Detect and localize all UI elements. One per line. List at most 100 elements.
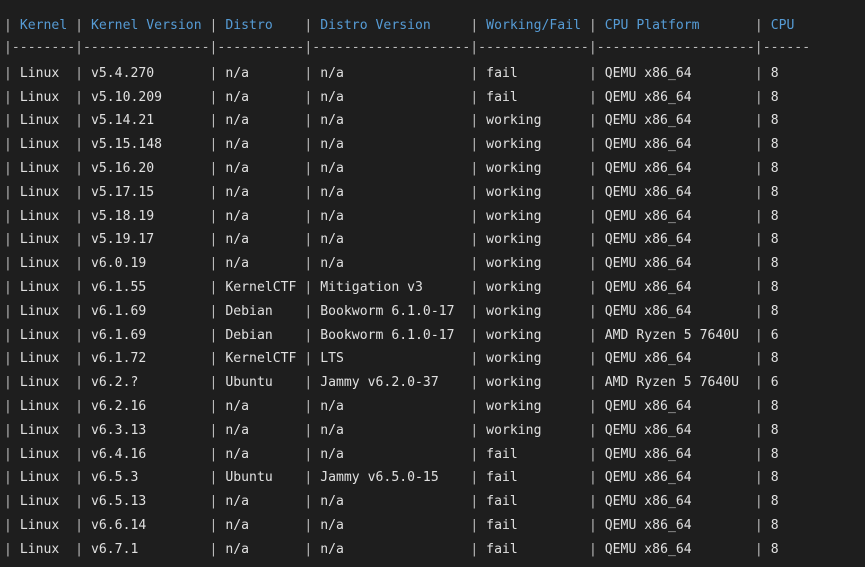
column-header: Working/Fail bbox=[486, 18, 582, 33]
table-cell: v6.5.3 bbox=[90, 470, 139, 486]
table-row: | Linux | v6.1.69 | Debian | Bookworm 6.… bbox=[4, 300, 810, 324]
cell-divider: | bbox=[209, 160, 226, 176]
cell-divider: | bbox=[304, 494, 321, 510]
table-cell: QEMU x86_64 bbox=[604, 184, 692, 200]
table-cell: n/a bbox=[320, 208, 344, 224]
cell-divider: | bbox=[4, 232, 20, 248]
cell-divider: | bbox=[588, 303, 605, 319]
table-cell: n/a bbox=[225, 446, 250, 462]
cell-divider: | bbox=[588, 494, 605, 510]
cell-divider: | bbox=[75, 184, 91, 200]
cell-divider: | bbox=[209, 422, 226, 438]
cell-divider: | bbox=[470, 375, 487, 391]
table-cell: Linux bbox=[19, 256, 60, 272]
table-cell: working bbox=[486, 422, 542, 438]
cell-divider: | bbox=[470, 89, 487, 105]
cell-divider: | bbox=[304, 375, 321, 391]
table-cell: 8 bbox=[770, 541, 779, 557]
cell-divider: | bbox=[209, 327, 226, 343]
table-cell: n/a bbox=[320, 517, 344, 533]
cell-divider: | bbox=[588, 256, 605, 272]
cell-divider: | bbox=[4, 470, 20, 486]
cell-divider: | bbox=[588, 541, 605, 557]
cell-divider: | bbox=[588, 351, 605, 367]
cell-divider: | bbox=[588, 232, 605, 248]
table-cell: AMD Ryzen 5 7640U bbox=[604, 327, 740, 343]
table-cell: working bbox=[486, 327, 542, 343]
table-row: | Linux | v5.16.20 | n/a | n/a | working… bbox=[4, 157, 810, 181]
cell-divider: | bbox=[304, 256, 321, 272]
cell-divider: | bbox=[75, 351, 91, 367]
table-cell: 8 bbox=[770, 422, 779, 438]
table-cell: n/a bbox=[320, 113, 344, 129]
table-cell: 8 bbox=[770, 65, 779, 81]
table-cell: 6 bbox=[770, 375, 779, 391]
table-row: | Linux | v5.18.19 | n/a | n/a | working… bbox=[4, 205, 810, 229]
table-row: | Linux | v6.5.3 | Ubuntu | Jammy v6.5.0… bbox=[4, 466, 810, 490]
table-cell: Jammy v6.5.0-15 bbox=[320, 470, 439, 486]
table-cell: Linux bbox=[19, 137, 60, 153]
table-cell: working bbox=[486, 256, 542, 272]
cell-divider: | bbox=[754, 446, 771, 462]
table-row: | Linux | v6.6.14 | n/a | n/a | fail | Q… bbox=[4, 514, 810, 538]
cell-divider: | bbox=[304, 541, 321, 557]
table-cell: 8 bbox=[770, 279, 779, 295]
cell-divider: | bbox=[754, 18, 771, 33]
table-cell: 8 bbox=[770, 494, 779, 510]
table-cell: 8 bbox=[770, 113, 779, 129]
column-header: Kernel Version bbox=[90, 18, 202, 33]
table-cell: fail bbox=[486, 89, 518, 105]
table-cell: working bbox=[486, 208, 542, 224]
table-cell: QEMU x86_64 bbox=[604, 232, 692, 248]
cell-divider: | bbox=[75, 113, 91, 129]
cell-divider: | bbox=[304, 398, 321, 414]
cell-divider: | bbox=[588, 89, 605, 105]
table-cell: Mitigation v3 bbox=[320, 279, 423, 295]
table-cell: n/a bbox=[225, 494, 250, 510]
cell-divider: | bbox=[75, 208, 91, 224]
cell-divider: | bbox=[588, 446, 605, 462]
cell-divider: | bbox=[470, 208, 487, 224]
table-cell: QEMU x86_64 bbox=[604, 422, 692, 438]
cell-divider: | bbox=[209, 184, 226, 200]
cell-divider: | bbox=[588, 184, 605, 200]
cell-divider: | bbox=[304, 137, 321, 153]
table-cell: Linux bbox=[19, 375, 60, 391]
cell-divider: | bbox=[470, 137, 487, 153]
table-row: | Linux | v5.4.270 | n/a | n/a | fail | … bbox=[4, 62, 810, 86]
cell-divider: | bbox=[4, 422, 20, 438]
cell-divider: | bbox=[4, 89, 20, 105]
table-cell: QEMU x86_64 bbox=[604, 65, 692, 81]
table-cell: working bbox=[486, 351, 542, 367]
table-cell: 8 bbox=[770, 137, 779, 153]
cell-divider: | bbox=[754, 351, 771, 367]
cell-divider: | bbox=[470, 517, 487, 533]
cell-divider: | bbox=[754, 541, 771, 557]
table-cell: QEMU x86_64 bbox=[604, 303, 692, 319]
table-cell: QEMU x86_64 bbox=[604, 470, 692, 486]
cell-divider: | bbox=[754, 375, 771, 391]
table-cell: Ubuntu bbox=[225, 470, 273, 486]
table-cell: Linux bbox=[19, 517, 60, 533]
table-cell: Linux bbox=[19, 208, 60, 224]
cell-divider: | bbox=[754, 303, 771, 319]
cell-divider: | bbox=[4, 446, 20, 462]
table-cell: QEMU x86_64 bbox=[604, 351, 692, 367]
cell-divider: | bbox=[588, 327, 605, 343]
table-cell: n/a bbox=[320, 89, 344, 105]
table-cell: v6.3.13 bbox=[90, 422, 147, 438]
cell-divider: | bbox=[470, 494, 487, 510]
table-cell: Bookworm 6.1.0-17 bbox=[320, 303, 455, 319]
table-cell: Linux bbox=[19, 351, 60, 367]
table-row: | Linux | v6.1.55 | KernelCTF | Mitigati… bbox=[4, 276, 810, 300]
table-cell: Linux bbox=[19, 470, 60, 486]
cell-divider: | bbox=[470, 160, 487, 176]
table-cell: QEMU x86_64 bbox=[604, 494, 692, 510]
table-cell: v6.1.55 bbox=[90, 279, 147, 295]
table-cell: n/a bbox=[320, 184, 344, 200]
table-cell: n/a bbox=[225, 160, 250, 176]
table-cell: QEMU x86_64 bbox=[604, 541, 692, 557]
table-cell: Linux bbox=[19, 422, 60, 438]
cell-divider: | bbox=[754, 137, 771, 153]
cell-divider: | bbox=[209, 232, 226, 248]
